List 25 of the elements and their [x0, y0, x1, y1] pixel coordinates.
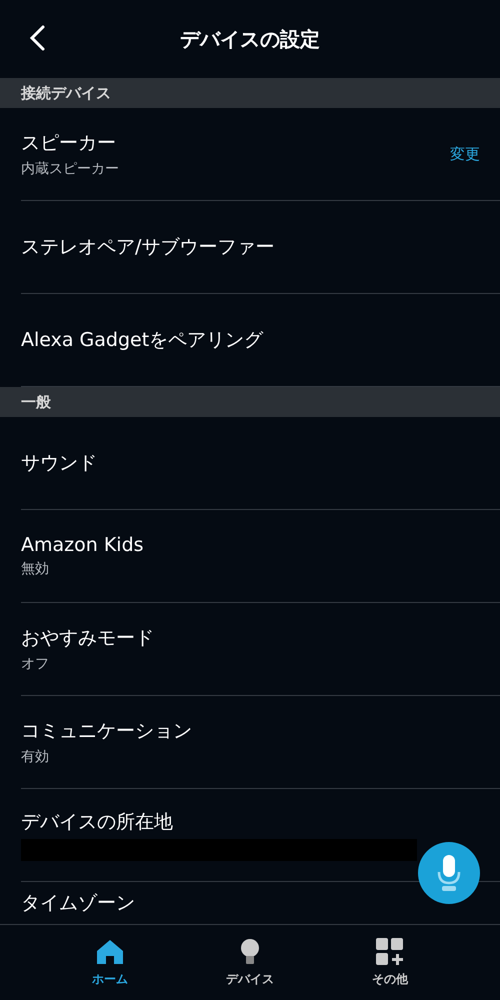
- setting-label[interactable]: サウンド: [21, 450, 97, 476]
- setting-value: 無効: [21, 560, 49, 578]
- grid-plus-icon: [375, 937, 405, 967]
- microphone-icon: [436, 854, 462, 892]
- setting-label[interactable]: おやすみモード: [21, 625, 154, 651]
- setting-label[interactable]: タイムゾーン: [21, 890, 135, 916]
- home-icon: [95, 937, 125, 967]
- setting-label[interactable]: スピーカー: [21, 130, 116, 156]
- setting-label[interactable]: Amazon Kids: [21, 534, 144, 556]
- back-button[interactable]: [28, 24, 46, 52]
- nav-tab[interactable]: その他: [340, 925, 440, 1000]
- change-link[interactable]: 変更: [450, 144, 480, 164]
- back-icon: [28, 24, 46, 52]
- setting-label[interactable]: コミュニケーション: [21, 718, 192, 744]
- setting-label[interactable]: Alexa Gadgetをペアリング: [21, 327, 264, 353]
- setting-value: 有効: [21, 748, 49, 766]
- nav-tab[interactable]: ホーム: [60, 925, 160, 1000]
- nav-tab[interactable]: デバイス: [200, 925, 300, 1000]
- setting-label[interactable]: デバイスの所在地: [21, 809, 173, 835]
- setting-value: 内蔵スピーカー: [21, 160, 119, 178]
- setting-value: オフ: [21, 655, 49, 673]
- page-title: デバイスの設定: [180, 26, 320, 52]
- section-header: 接続デバイス: [0, 78, 500, 108]
- setting-label[interactable]: ステレオペア/サブウーファー: [21, 234, 274, 260]
- section-header: 一般: [0, 387, 500, 417]
